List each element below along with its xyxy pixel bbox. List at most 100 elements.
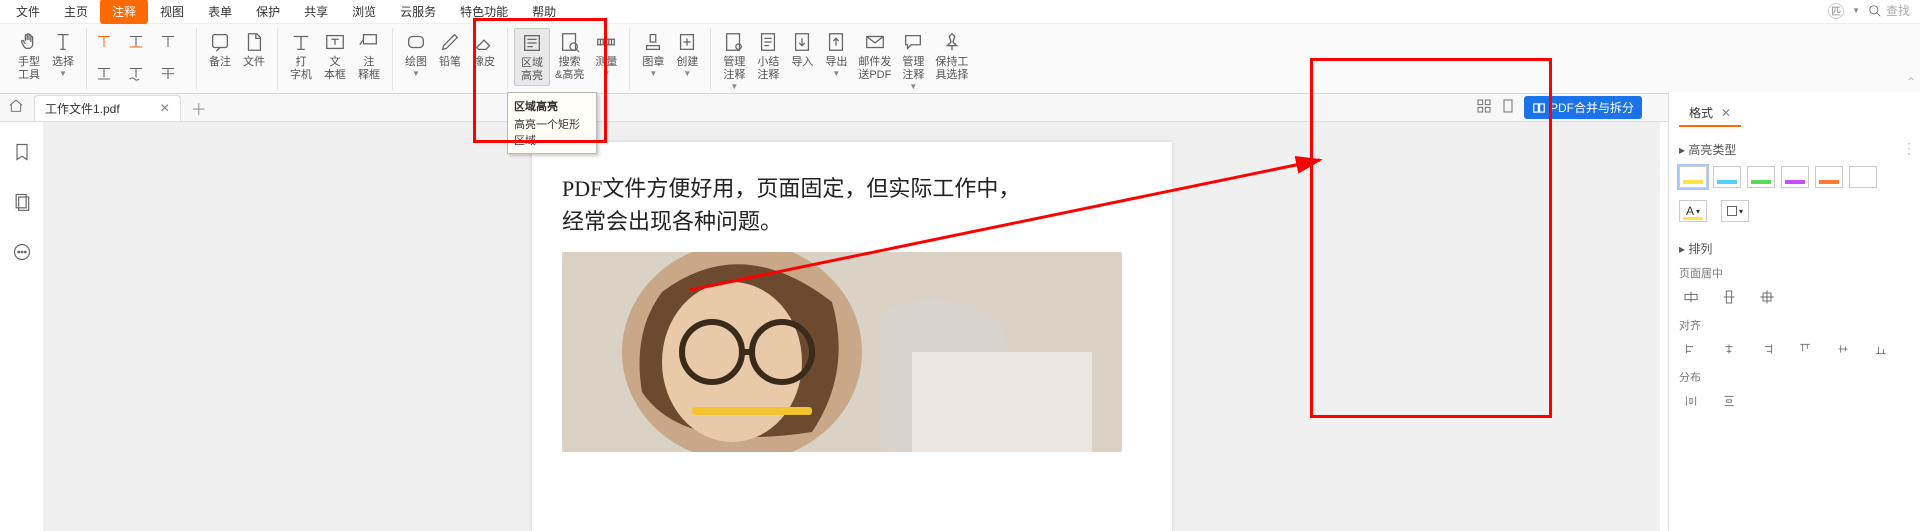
import-button[interactable]: 导入 [785,28,819,71]
document-viewport[interactable]: PDF文件方便好用，页面固定，但实际工作中， 经常会出现各种问题。 [44,122,1660,531]
swatch-orange[interactable] [1815,166,1843,188]
email-icon [863,30,887,54]
center-h-icon[interactable] [1679,287,1703,307]
highlight-type-title: ▸ 高亮类型 [1679,141,1910,158]
pdf-text-line1: PDF文件方便好用，页面固定，但实际工作中， [562,172,1142,205]
hand-tool-button[interactable]: 手型 工具 [12,28,46,84]
eraser-icon [472,30,496,54]
menu-browse[interactable]: 浏览 [340,0,388,24]
pencil-icon [438,30,462,54]
swatch-purple[interactable] [1781,166,1809,188]
highlight-icon-3[interactable] [157,32,179,53]
menu-file[interactable]: 文件 [4,0,52,24]
align-center-h-icon[interactable] [1717,339,1741,359]
file-icon [242,30,266,54]
select-icon [51,30,75,54]
create-button[interactable]: 创建 ▼ [670,28,704,80]
menu-home[interactable]: 主页 [52,0,100,24]
document-tab[interactable]: 工作文件1.pdf ✕ [34,95,181,121]
ribbon-toolbar: 手型 工具 选择 ▼ 备注 文件 打 [0,24,1920,94]
menu-bar: 文件 主页 注释 视图 表单 保护 共享 浏览 云服务 特色功能 帮助 [0,0,1920,24]
ribbon-group-stamp: 图章 ▼ 创建 ▼ [630,28,711,90]
drawing-button[interactable]: 绘图 ▼ [399,28,433,80]
chevron-down-icon: ▼ [649,69,657,78]
note-button[interactable]: 备注 [203,28,237,71]
summarize-label: 小结 注释 [757,56,779,82]
distribute-v-icon[interactable] [1717,391,1741,411]
ribbon-group-manage: 管理 注释 ▼ 小结 注释 导入 导出 ▼ 邮件发 送PDF 管理 注释 ▼ 保… [711,28,979,90]
format-panel: 格式 ✕ ▸ 高亮类型 A▾ ▾ ▸ 排列 页面居中 对齐 分布 [1668,92,1920,531]
swatch-green[interactable] [1747,166,1775,188]
pages-icon[interactable] [10,190,34,214]
center-v-icon[interactable] [1717,287,1741,307]
stamp-button[interactable]: 图章 ▼ [636,28,670,80]
page-view-icon[interactable] [1500,98,1516,117]
style-row: A▾ ▾ [1679,200,1910,222]
swatch-white[interactable] [1849,166,1877,188]
align-left-icon[interactable] [1679,339,1703,359]
underline-icon-2[interactable] [125,64,147,85]
menu-view[interactable]: 视图 [148,0,196,24]
swatch-yellow[interactable] [1679,166,1707,188]
manage-comments-button[interactable]: 管理 注释 ▼ [717,28,751,93]
menu-comment[interactable]: 注释 [100,0,148,24]
search-highlight-button[interactable]: 搜索 &高亮 [550,28,589,84]
menu-help[interactable]: 帮助 [520,0,568,24]
dropdown-icon[interactable]: ▼ [1852,6,1860,15]
select-tool-button[interactable]: 选择 ▼ [46,28,80,80]
tooltip-title: 区域高亮 [514,98,590,114]
measure-button[interactable]: 测量 ▼ [589,28,623,80]
create-icon [675,30,699,54]
add-tab-icon[interactable]: ＋ [191,96,207,120]
file-attach-button[interactable]: 文件 [237,28,271,71]
chat-icon[interactable] [10,240,34,264]
align-middle-icon[interactable] [1831,339,1855,359]
underline-icon-1[interactable] [93,64,115,85]
align-label: 对齐 [1679,317,1910,333]
menu-share[interactable]: 共享 [292,0,340,24]
textbox-button[interactable]: 文 本框 [318,28,352,84]
more-options-icon[interactable]: ⋮ [1902,140,1916,157]
eraser-button[interactable]: 橡皮 [467,28,501,71]
format-tab[interactable]: 格式 ✕ [1679,100,1741,127]
collapse-ribbon-icon[interactable]: ⌃ [1906,75,1916,89]
menu-form[interactable]: 表单 [196,0,244,24]
grid-view-icon[interactable] [1476,98,1492,117]
strikethrough-icon[interactable] [157,64,179,85]
distribute-h-icon[interactable] [1679,391,1703,411]
align-right-icon[interactable] [1755,339,1779,359]
chevron-down-icon: ▼ [59,69,67,78]
area-highlight-icon [520,31,544,55]
menu-features[interactable]: 特色功能 [448,0,520,24]
search-box[interactable]: 查找 [1868,2,1910,19]
ribbon-group-text: 打 字机 文 本框 注 释框 [278,28,393,90]
summarize-button[interactable]: 小结 注释 [751,28,785,84]
pdf-merge-split-button[interactable]: PDF合并与拆分 [1524,96,1642,119]
align-top-icon[interactable] [1793,339,1817,359]
highlight-icon-1[interactable] [93,32,115,53]
swatch-cyan[interactable] [1713,166,1741,188]
home-icon[interactable] [8,98,24,117]
text-color-dropdown[interactable]: A▾ [1679,200,1707,222]
area-highlight-button[interactable]: 区域 高亮 [514,28,550,86]
close-icon[interactable]: ✕ [160,101,170,115]
export-label: 导出 [825,56,847,69]
close-icon[interactable]: ✕ [1721,106,1731,120]
fill-color-dropdown[interactable]: ▾ [1721,200,1749,222]
pencil-button[interactable]: 铅笔 [433,28,467,71]
chevron-down-icon: ▼ [683,69,691,78]
typewriter-button[interactable]: 打 字机 [284,28,318,84]
center-both-icon[interactable] [1755,287,1779,307]
keep-tool-button[interactable]: 保持工 具选择 [930,28,973,84]
callout-button[interactable]: 注 释框 [352,28,386,84]
text-match-icon[interactable]: 匹 [1828,3,1844,19]
callout-icon [357,30,381,54]
menu-cloud[interactable]: 云服务 [388,0,448,24]
manage-comments-2-button[interactable]: 管理 注释 ▼ [896,28,930,93]
bookmark-icon[interactable] [10,140,34,164]
align-bottom-icon[interactable] [1869,339,1893,359]
highlight-icon-2[interactable] [125,32,147,53]
email-pdf-button[interactable]: 邮件发 送PDF [853,28,896,84]
menu-protect[interactable]: 保护 [244,0,292,24]
export-button[interactable]: 导出 ▼ [819,28,853,80]
